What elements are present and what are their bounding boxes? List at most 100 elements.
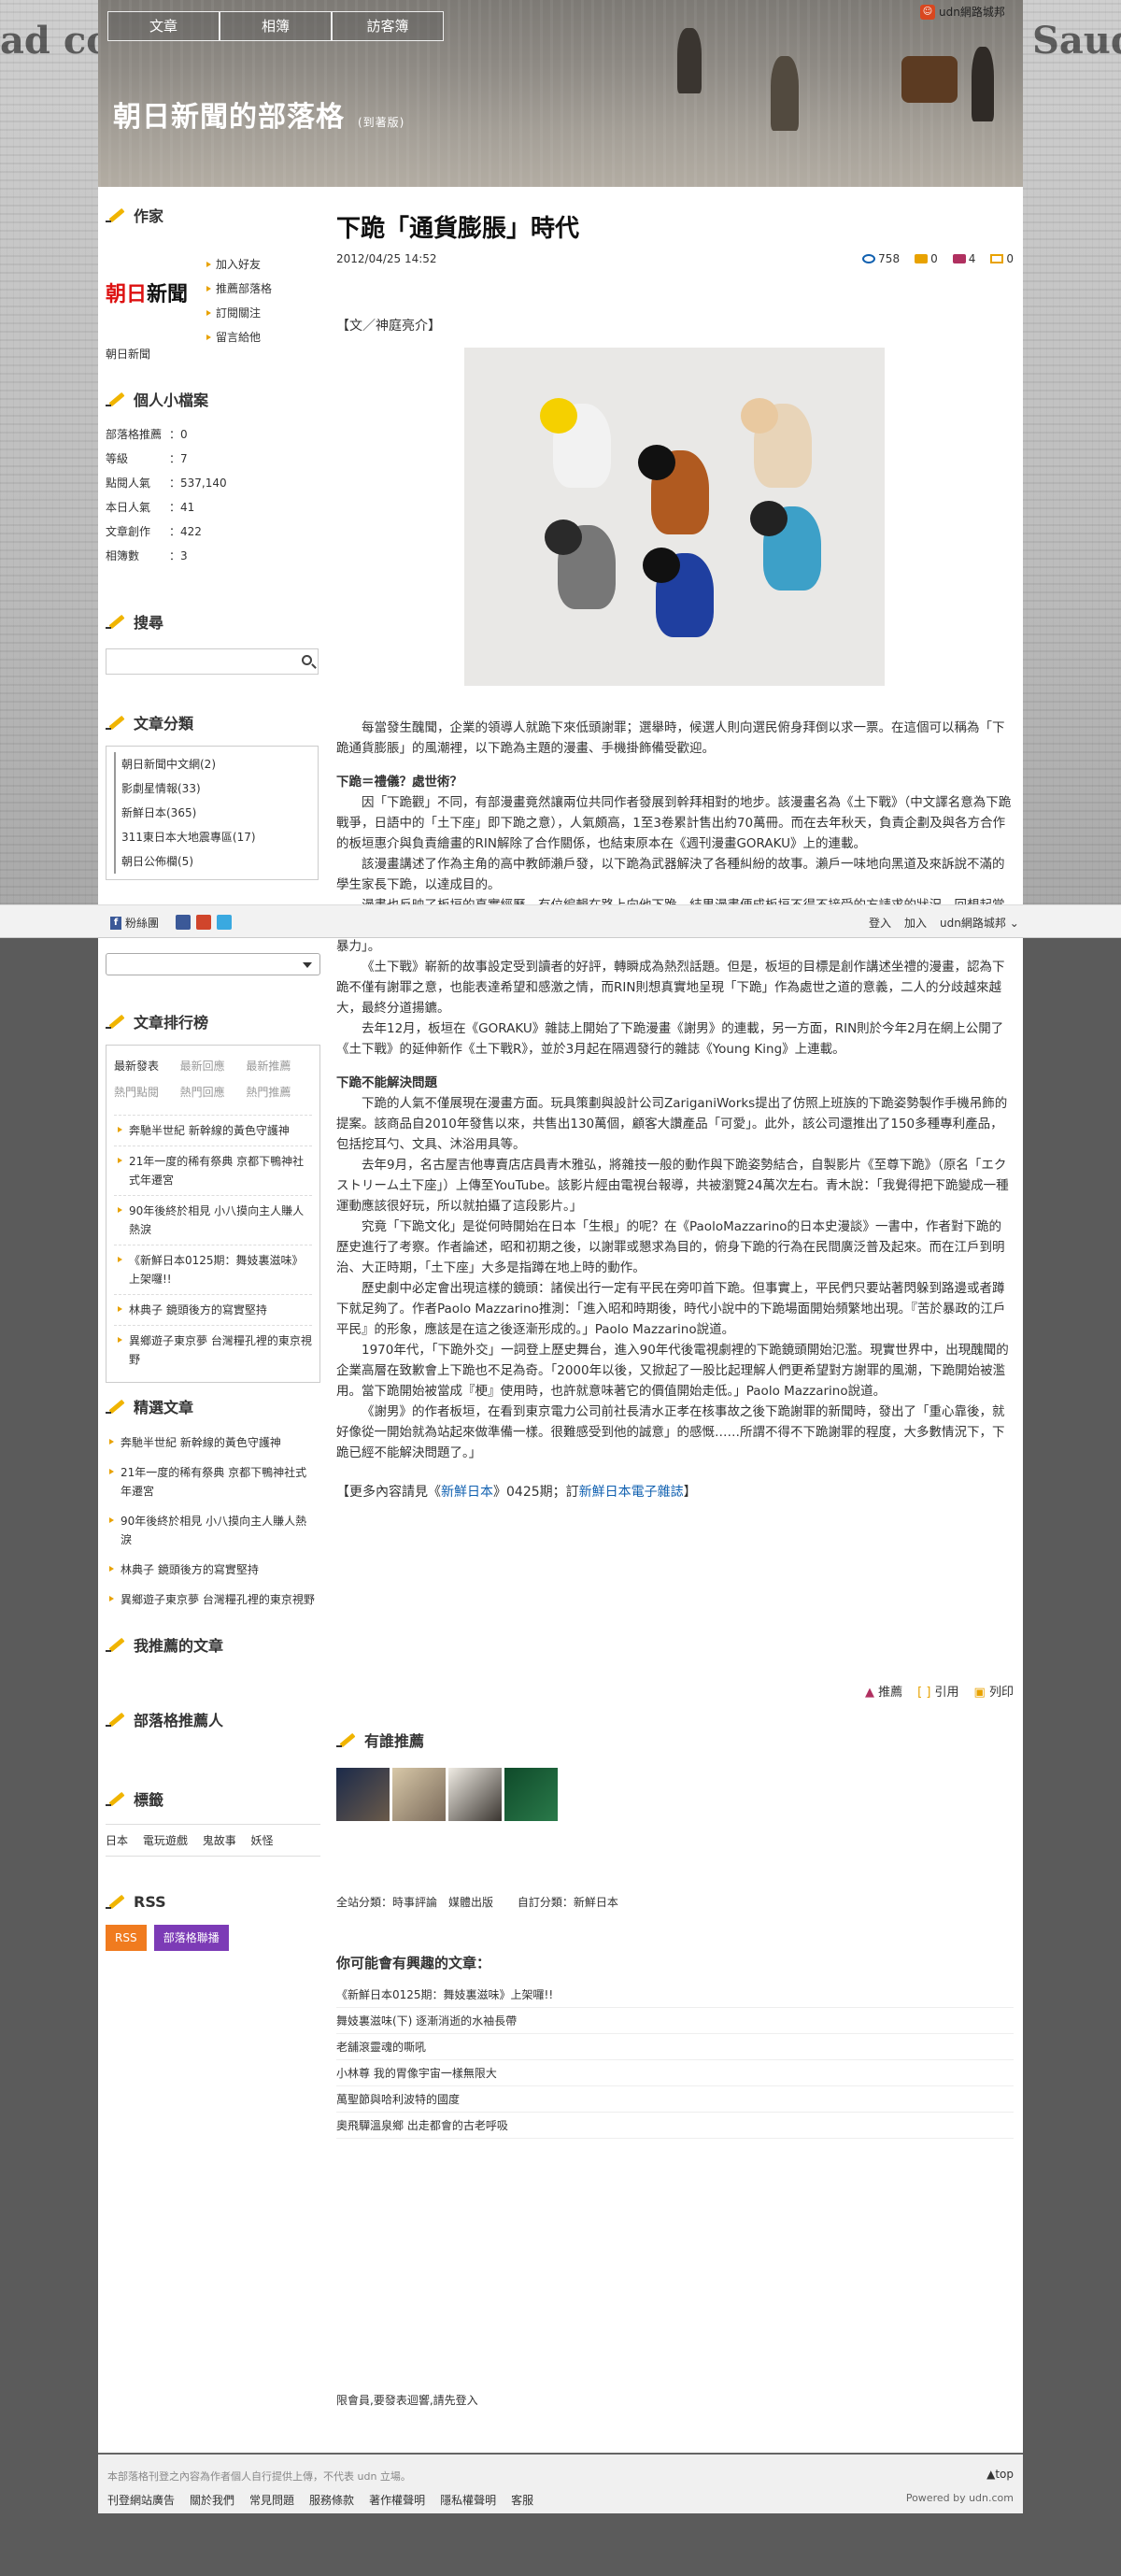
facebook-share-icon[interactable] [176,915,191,930]
list-item[interactable]: 小林尊 我的胃像宇宙一樣無限大 [336,2060,1014,2086]
footer-link[interactable]: 服務條款 [309,2492,354,2508]
category-item[interactable]: 朝日公佈欄(5) [114,849,318,874]
list-item[interactable]: 奧飛驒溫泉鄉 出走都會的古老呼吸 [336,2113,1014,2139]
rss-button[interactable]: RSS [106,1925,147,1951]
tab-latest-posts[interactable]: 最新發表 [114,1053,180,1079]
add-friend-link[interactable]: 加入好友 [206,252,272,277]
site-category[interactable]: 全站分類：時事評論 媒體出版 [336,1896,493,1909]
floating-toolbar: f 粉絲團 登入 加入 udn網路城邦 ⌄ [0,904,1121,938]
avatar[interactable] [392,1768,446,1821]
category-item[interactable]: 影劇星情報(33) [114,776,318,801]
subscribe-link[interactable]: 訂閱關注 [206,301,272,325]
blog-feed-button[interactable]: 部落格聯播 [153,1925,229,1951]
list-item[interactable]: 林典子 鏡頭後方的寫實堅持 [106,1555,316,1585]
footer-link[interactable]: 關於我們 [190,2492,234,2508]
blog-title[interactable]: 朝日新聞的部落格 (到著版) [113,93,404,135]
paragraph: 究竟「下跪文化」是從何時開始在日本「生根」的呢？在《PaoloMazzarino… [336,1219,1005,1275]
post-title[interactable]: 下跪「通貨膨脹」時代 [336,209,579,244]
category-item[interactable]: 朝日新聞中文網(2) [114,752,318,776]
list-item[interactable]: 《新鮮日本0125期：舞妓裏滋味》上架囉!! [336,1982,1014,2008]
tab-hot-replies[interactable]: 熱門回應 [180,1079,247,1105]
comment-count: 0 [915,252,938,265]
thumb-up-icon: ▲ [864,1686,874,1700]
pencil-icon [106,712,126,733]
avatar[interactable] [504,1768,558,1821]
footer-link[interactable]: 刊登網站廣告 [107,2492,175,2508]
list-item[interactable]: 奔馳半世紀 新幹線的黃色守護神 [106,1428,316,1458]
tab-latest-recommends[interactable]: 最新推薦 [246,1053,312,1079]
category-meta: 全站分類：時事評論 媒體出版 自訂分類：新鮮日本 [336,1894,639,1910]
tag-item[interactable]: 妖怪 [251,1834,274,1847]
pencil-icon [106,1634,126,1655]
blog-header: 文章 相簿 訪客簿 ☺ udn網路城邦 朝日新聞的部落格 (到著版) [98,0,1023,187]
tag-item[interactable]: 鬼故事 [203,1834,236,1847]
list-item[interactable]: 奔馳半世紀 新幹線的黃色守護神 [114,1115,312,1146]
twitter-share-icon[interactable] [217,915,232,930]
tab-albums[interactable]: 相簿 [220,11,332,41]
list-item[interactable]: 老舖滾靈魂的嘶吼 [336,2034,1014,2060]
plurk-share-icon[interactable] [196,915,211,930]
tag-item[interactable]: 日本 [106,1834,128,1847]
list-item[interactable]: 21年一度的稀有祭典 京都下鴨神社式年遷宮 [114,1146,312,1195]
list-item[interactable]: 90年後終於相見 小八摸向主人賺人熱淚 [106,1506,316,1555]
paragraph: 去年9月，名古屋吉他專賣店店員青木雅弘，將雜技一般的動作與下跪姿勢結合，自製影片… [336,1158,1009,1214]
list-item[interactable]: 異鄉遊子東京夢 台灣糧孔裡的東京視野 [106,1585,316,1615]
list-item[interactable]: 90年後終於相見 小八摸向主人賺人熱淚 [114,1195,312,1245]
paragraph: 歷史劇中必定會出現這樣的鏡頭：諸侯出行一定有平民在旁叩首下跪。但事實上，平民們只… [336,1281,1006,1337]
footer-link[interactable]: 隱私權聲明 [440,2492,496,2508]
author-name[interactable]: 朝日新聞 [106,346,150,362]
avatar[interactable] [448,1768,502,1821]
join-link[interactable]: 加入 [904,915,927,931]
print-button[interactable]: ▣ 列印 [974,1682,1014,1700]
list-item[interactable]: 萬聖節與哈利波特的國度 [336,2086,1014,2113]
back-to-top-link[interactable]: ▲top [986,2468,1014,2481]
tab-latest-replies[interactable]: 最新回應 [180,1053,247,1079]
login-note[interactable]: 限會員,要發表迴響,請先登入 [336,2392,478,2408]
udn-city-link[interactable]: ☺ udn網路城邦 [920,4,1005,20]
list-item[interactable]: 21年一度的稀有祭典 京都下鴨神社式年遷宮 [106,1458,316,1506]
list-item[interactable]: 《新鮮日本0125期：舞妓裏滋味》上架囉!! [114,1245,312,1294]
list-item[interactable]: 舞妓裏滋味(下) 逐漸消逝的水袖長帶 [336,2008,1014,2034]
tab-hot-views[interactable]: 熱門點閱 [114,1079,180,1105]
quote-button[interactable]: [ ] 引用 [917,1682,958,1700]
post-actions: ▲ 推薦 [ ] 引用 ▣ 列印 [865,1682,1014,1700]
my-recommend-section: 我推薦的文章 [106,1630,316,1658]
category-section: 文章分類 朝日新聞中文網(2) 影劇星情報(33) 新鮮日本(365) 311東… [106,708,319,880]
printer-icon: ▣ [973,1686,986,1700]
search-input[interactable] [106,648,319,675]
category-item[interactable]: 新鮮日本(365) [114,801,318,825]
avatar[interactable] [336,1768,390,1821]
search-icon[interactable] [302,655,312,665]
category-list: 朝日新聞中文網(2) 影劇星情報(33) 新鮮日本(365) 311東日本大地震… [106,746,319,880]
recommend-blog-link[interactable]: 推薦部落格 [206,277,272,301]
recommend-button[interactable]: ▲ 推薦 [865,1682,902,1700]
tags-section: 標籤 日本 電玩遊戲 鬼故事 妖怪 [106,1785,320,1857]
tab-hot-recommends[interactable]: 熱門推薦 [246,1079,312,1105]
list-item[interactable]: 林典子 鏡頭後方的寫實堅持 [114,1294,312,1325]
footer-links: 刊登網站廣告 關於我們 常見問題 服務條款 著作權聲明 隱私權聲明 客服 [107,2492,533,2508]
paragraph: 該漫畫講述了作為主角的高中教師瀨戶發，以下跪為武器解決了各種糾紛的故事。瀨戶一味… [336,857,1005,892]
udn-city-menu[interactable]: udn網路城邦 ⌄ [940,915,1019,931]
tag-list: 日本 電玩遊戲 鬼故事 妖怪 [106,1824,320,1857]
tab-articles[interactable]: 文章 [107,11,220,41]
footer-link[interactable]: 著作權聲明 [369,2492,425,2508]
footer-link[interactable]: 客服 [511,2492,533,2508]
fanpage-link[interactable]: f 粉絲團 [110,915,159,931]
list-item[interactable]: 異鄉遊子東京夢 台灣糧孔裡的東京視野 [114,1325,312,1374]
fresh-japan-emag-link[interactable]: 新鮮日本電子雜誌 [579,1485,684,1500]
login-link[interactable]: 登入 [869,915,891,931]
fresh-japan-link[interactable]: 新鮮日本 [441,1485,493,1500]
pencil-icon [106,1788,126,1809]
custom-category[interactable]: 自訂分類：新鮮日本 [518,1896,618,1909]
tab-guestbook[interactable]: 訪客簿 [332,11,444,41]
category-item[interactable]: 311東日本大地震專區(17) [114,825,318,849]
pencil-icon [106,611,126,632]
author-logo[interactable]: 朝日新聞 [106,278,188,307]
figurine-decoration [771,56,799,131]
tag-item[interactable]: 電玩遊戲 [143,1834,188,1847]
archive-dropdown[interactable] [106,953,320,975]
leave-message-link[interactable]: 留言給他 [206,325,272,349]
related-articles: 你可能會有興趣的文章： 《新鮮日本0125期：舞妓裏滋味》上架囉!! 舞妓裏滋味… [336,1953,1014,2139]
footer-link[interactable]: 常見問題 [249,2492,294,2508]
thumb-up-icon [952,254,966,263]
